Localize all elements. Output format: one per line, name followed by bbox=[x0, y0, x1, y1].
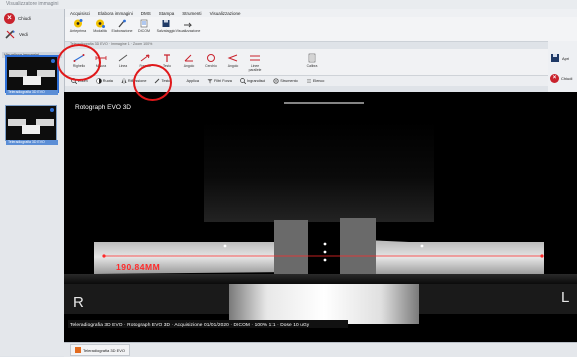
arrow-icon bbox=[140, 54, 150, 62]
viewer-title: Rotograph EVO 3D bbox=[75, 104, 132, 111]
parallel-lines-icon bbox=[250, 55, 260, 61]
angle-icon bbox=[227, 54, 238, 62]
export-icon bbox=[184, 22, 193, 28]
mirror-icon bbox=[121, 78, 127, 84]
strumento-button[interactable]: Strumento bbox=[271, 77, 300, 85]
list-icon bbox=[306, 79, 311, 83]
radiation-settings-icon bbox=[96, 19, 105, 28]
magnify-icon bbox=[240, 78, 246, 84]
ribbon-button-salvataggio[interactable]: Salvataggio bbox=[155, 17, 177, 39]
filtri-forza-button[interactable]: Filtri Forza bbox=[205, 77, 234, 85]
orientation-label-right: R bbox=[73, 294, 84, 311]
menu-stampa[interactable]: Stampa bbox=[159, 11, 175, 16]
ribbon: Anteprima Modalità Elaborazione DICOM Sa… bbox=[65, 17, 577, 42]
elenco-button[interactable]: Elenco bbox=[304, 77, 327, 85]
wand-icon bbox=[118, 19, 126, 28]
rotate-button[interactable]: Ruota bbox=[94, 77, 115, 85]
image-tab[interactable]: Teleradiografia 3D EVO bbox=[70, 344, 131, 356]
thumbnail-2-caption: Teleradiografia 3D EVO bbox=[6, 140, 58, 145]
annotation-circle-misura bbox=[133, 64, 172, 101]
filter-icon bbox=[207, 79, 213, 84]
annotation-circle-ruler bbox=[57, 44, 101, 81]
chiudi-button[interactable]: × Chiudi bbox=[4, 11, 56, 25]
thumbnail-2[interactable] bbox=[5, 105, 57, 141]
status-bar: Teleradiografia 3D EVO bbox=[64, 342, 577, 357]
menu-elabora-immagini[interactable]: Elabora immagini bbox=[98, 11, 133, 16]
tools-icon bbox=[5, 30, 15, 39]
measurement-value: 190.84MM bbox=[116, 262, 161, 272]
tool-cerchio[interactable]: Cerchio bbox=[200, 49, 222, 73]
angle-icon bbox=[184, 54, 193, 62]
applica-button[interactable]: Applica bbox=[185, 77, 201, 85]
text-icon bbox=[164, 54, 170, 62]
close-icon: × bbox=[550, 73, 559, 83]
ribbon-button-anteprima[interactable]: Anteprima bbox=[67, 17, 89, 39]
close-icon: × bbox=[4, 12, 15, 24]
calibrate-icon bbox=[308, 53, 316, 63]
thumbnail-1-caption: Teleradiografia 3D EVO bbox=[6, 90, 58, 95]
thumbnail-1[interactable] bbox=[5, 55, 59, 93]
dicom-icon bbox=[140, 19, 148, 28]
vedi-button[interactable]: Vedi bbox=[4, 27, 56, 41]
menu-bar: Acquisisci Elabora immagini DMS Stampa S… bbox=[65, 9, 577, 17]
menu-acquisisci[interactable]: Acquisisci bbox=[70, 11, 90, 16]
contrast-icon bbox=[95, 78, 102, 84]
vedi-label: Vedi bbox=[19, 31, 28, 37]
menu-dms[interactable]: DMS bbox=[141, 11, 151, 16]
radiation-icon bbox=[74, 19, 83, 28]
left-panel: × Chiudi Vedi Visualizza immagini Telera… bbox=[0, 9, 65, 356]
save-icon bbox=[162, 20, 170, 27]
radiograph-image bbox=[64, 92, 577, 342]
tool-linea[interactable]: Linea bbox=[112, 49, 134, 73]
save-disk-icon bbox=[551, 54, 559, 62]
chiudi-right-button[interactable]: × Chiudi bbox=[550, 71, 576, 85]
image-info-line: Teleradiografia 3D EVO · Rotograph EVO 3… bbox=[70, 323, 310, 328]
menu-strumenti[interactable]: Strumenti bbox=[182, 11, 201, 16]
tool-angolo[interactable]: Angolo bbox=[178, 49, 200, 73]
menu-visualizzazione[interactable]: Visualizzazione bbox=[210, 11, 241, 16]
orientation-label-left: L bbox=[561, 289, 570, 306]
apri-button[interactable]: Apri bbox=[550, 51, 576, 65]
image-tab-icon bbox=[75, 347, 81, 353]
circle-icon bbox=[207, 54, 215, 62]
image-viewer[interactable] bbox=[64, 92, 577, 342]
ribbon-button-visualizzazione[interactable]: Visualizzazione bbox=[176, 17, 200, 39]
ribbon-button-modalita[interactable]: Modalità bbox=[89, 17, 111, 39]
ribbon-button-elaborazione[interactable]: Elaborazione bbox=[111, 17, 133, 39]
ribbon-button-dicom[interactable]: DICOM bbox=[133, 17, 155, 39]
tool-angolo-2[interactable]: Angolo bbox=[222, 49, 244, 73]
thumbnail-1-image bbox=[7, 57, 57, 91]
thumbnail-2-image bbox=[6, 106, 56, 140]
chiudi-label: Chiudi bbox=[18, 15, 31, 21]
tool-linee-parallele[interactable]: Linee parallele bbox=[244, 49, 266, 73]
tool-calibra[interactable]: Calibra bbox=[301, 49, 323, 73]
settings-icon bbox=[273, 78, 279, 84]
window-title: Visualizzatore immagini bbox=[6, 1, 59, 7]
ingrandisci-button[interactable]: Ingrandisci bbox=[238, 77, 267, 85]
line-icon bbox=[118, 54, 128, 62]
